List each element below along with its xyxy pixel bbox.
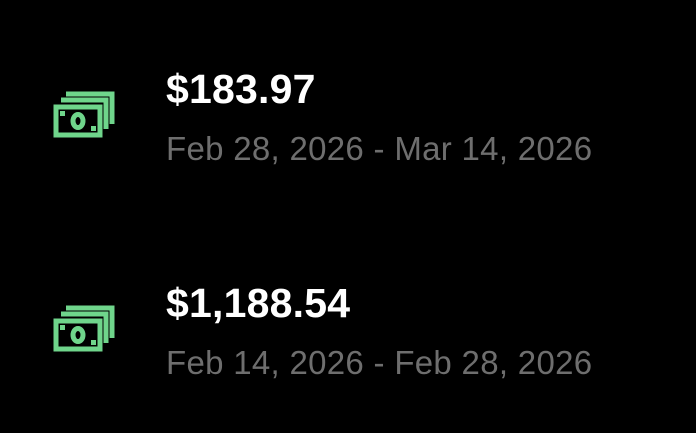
payout-period: Feb 14, 2026 - Feb 28, 2026 [166,344,593,381]
payout-amount: $183.97 [166,66,316,112]
payout-period: Feb 28, 2026 - Mar 14, 2026 [166,130,593,167]
list-item[interactable]: $183.97 Feb 28, 2026 - Mar 14, 2026 [0,44,696,194]
payout-amount: $1,188.54 [166,280,351,326]
money-icon [52,90,116,140]
payout-list: $183.97 Feb 28, 2026 - Mar 14, 2026 $1,1… [0,0,696,433]
list-item[interactable]: $1,188.54 Feb 14, 2026 - Feb 28, 2026 [0,258,696,408]
money-icon [52,304,116,354]
